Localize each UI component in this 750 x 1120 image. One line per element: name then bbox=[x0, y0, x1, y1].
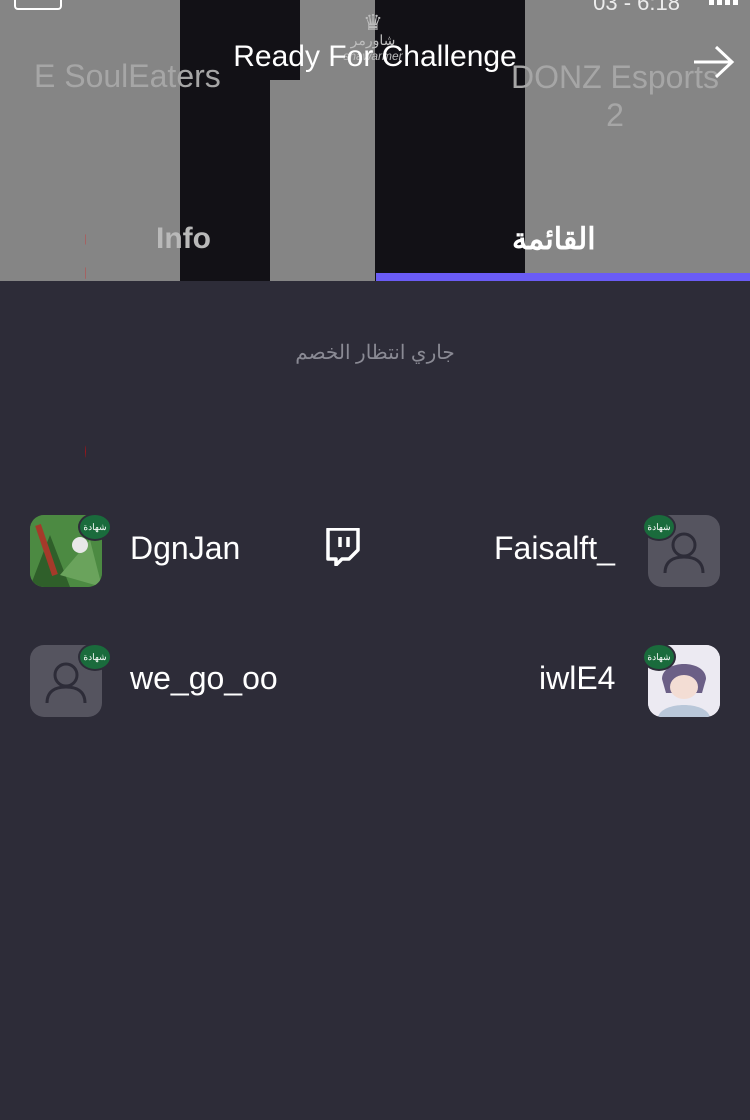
signal-icon bbox=[709, 0, 738, 5]
watermark: YWYMRNNXSE bbox=[71, 12, 86, 521]
twitch-icon[interactable] bbox=[325, 528, 361, 566]
player-name: DgnJan bbox=[130, 530, 241, 566]
player-name: Faisalft_ bbox=[494, 530, 615, 566]
player-name: iwlE4 bbox=[539, 660, 616, 696]
tab-info[interactable]: Info bbox=[156, 222, 211, 256]
active-tab-indicator bbox=[376, 273, 750, 281]
tab-list[interactable]: القائمة bbox=[512, 222, 596, 257]
status-time: 03 - 6:18 bbox=[593, 0, 680, 15]
player-name: we_go_oo bbox=[130, 660, 278, 696]
header-banner: 03 - 6:18 ♛ شاورمر shawarmer E SoulEater… bbox=[0, 0, 750, 281]
svg-text:YWYMRNNXSE: YWYMRNNXSE bbox=[71, 12, 86, 521]
saudi-flag-icon: شهادة bbox=[642, 513, 676, 541]
waiting-status-text: جاري انتظار الخصم bbox=[295, 342, 455, 364]
saudi-flag-icon: شهادة bbox=[642, 643, 676, 671]
arrow-right-icon[interactable] bbox=[692, 42, 736, 82]
page-title: Ready For Challenge bbox=[233, 40, 517, 73]
battery-icon bbox=[14, 0, 62, 10]
